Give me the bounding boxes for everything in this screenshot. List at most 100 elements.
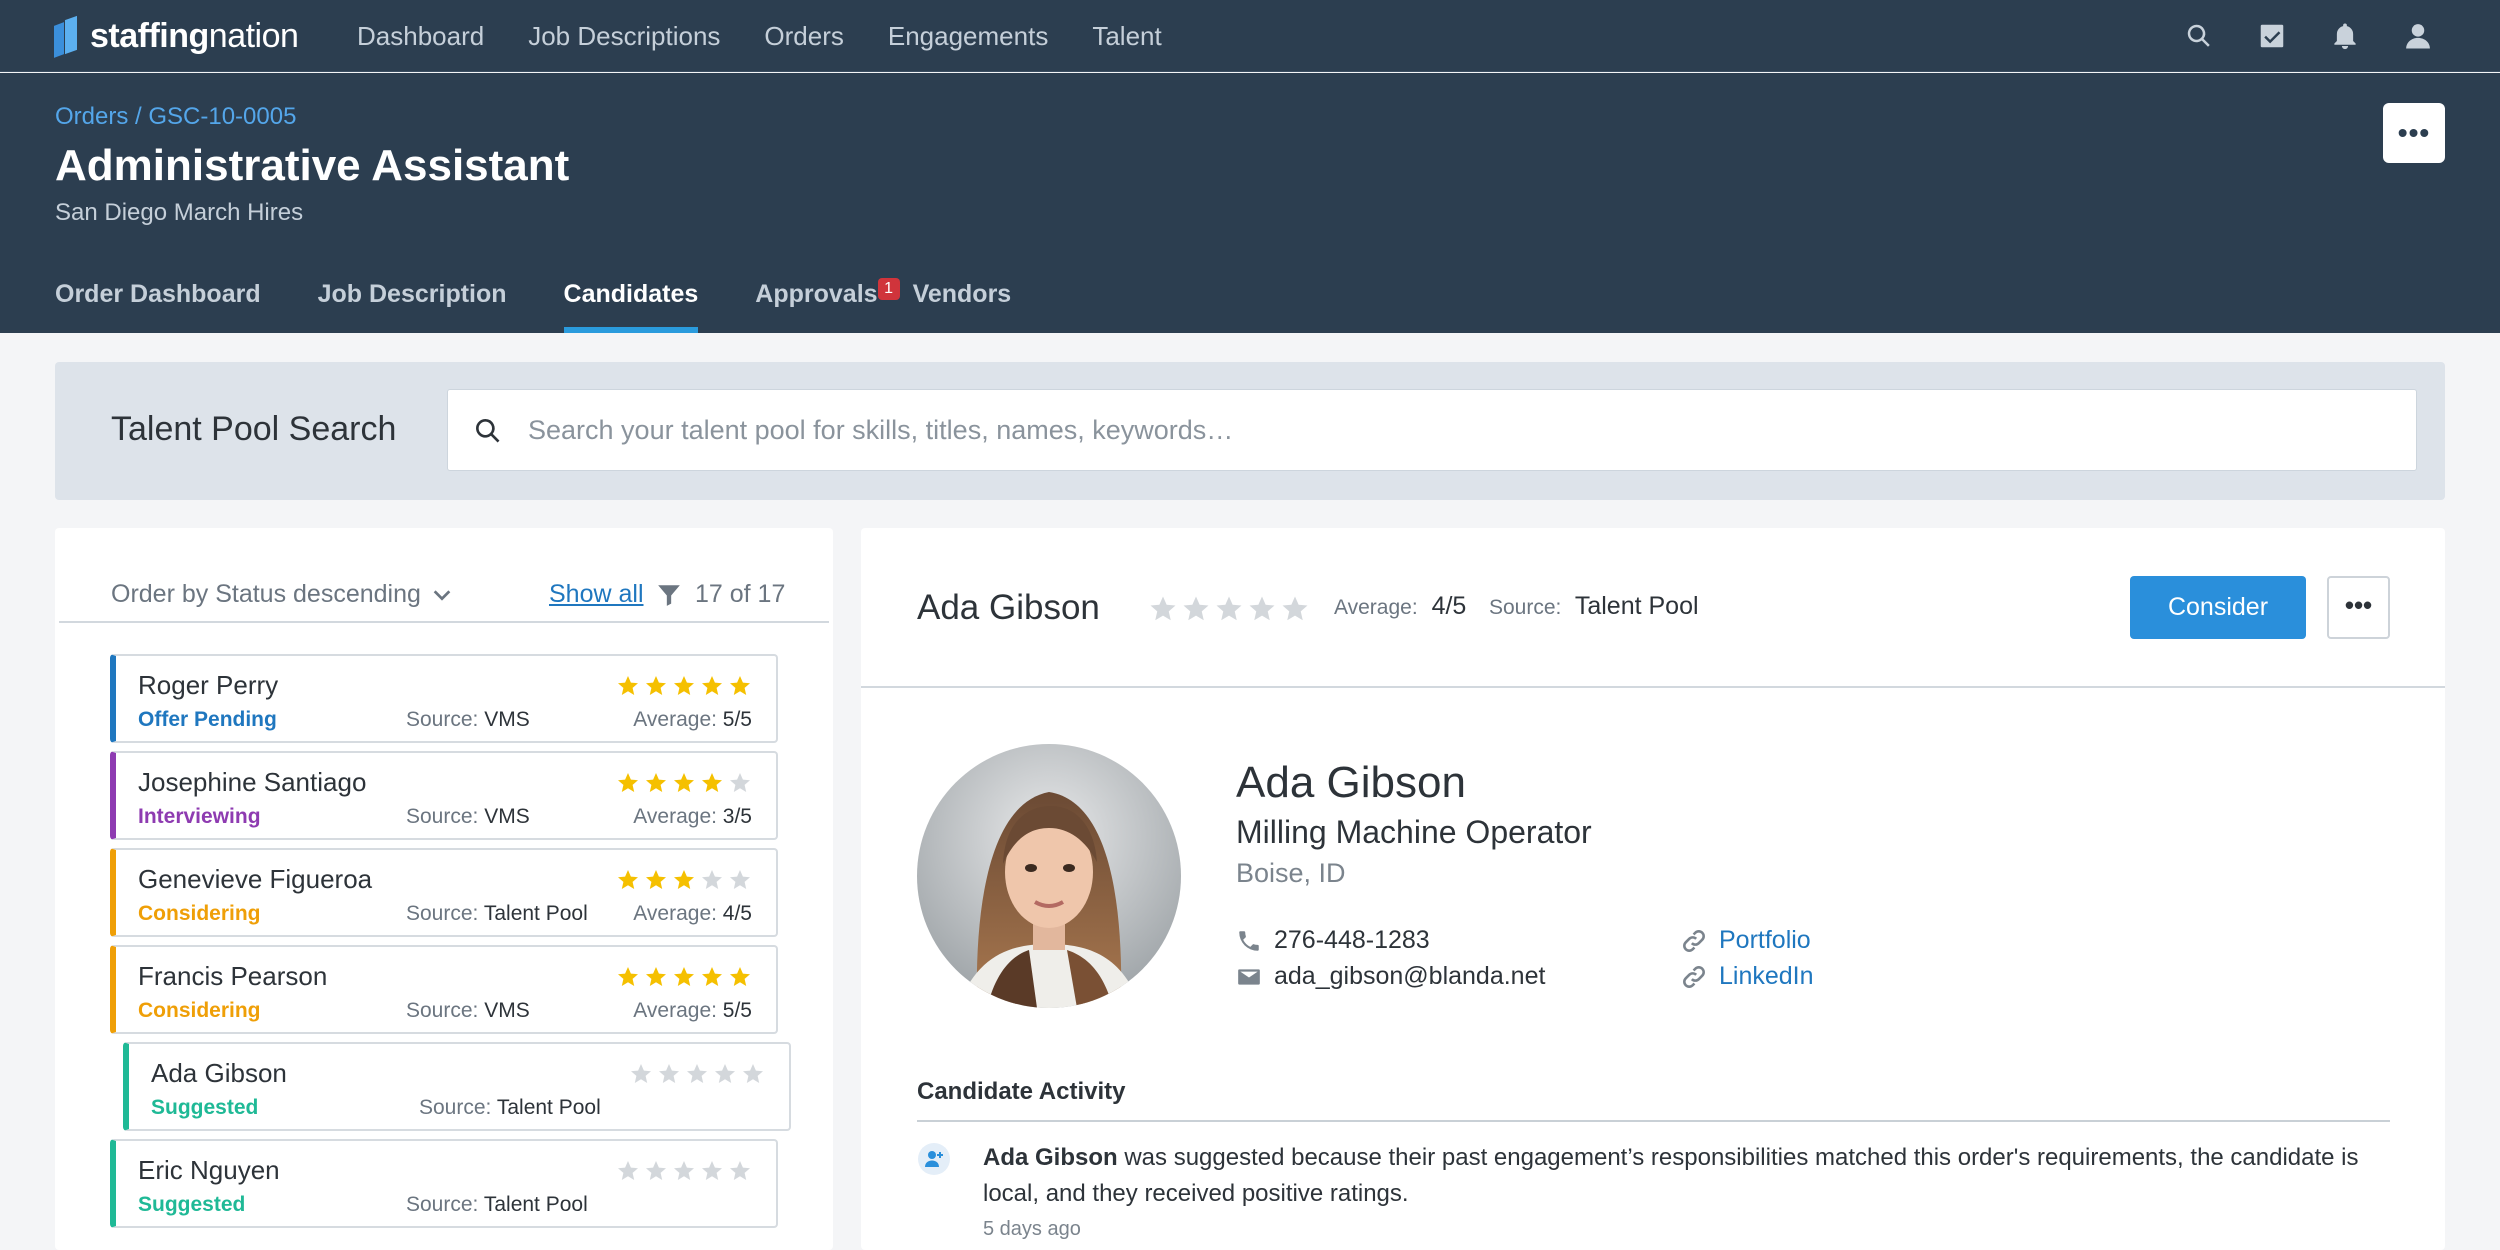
star-icon — [702, 773, 722, 792]
show-all-link[interactable]: Show all — [549, 580, 644, 609]
phone-icon — [1239, 930, 1259, 951]
candidate-card[interactable]: Genevieve Figueroa Considering Source: Tal… — [110, 848, 778, 937]
candidate-card[interactable]: Ada Gibson Suggested Source: Talent Pool — [123, 1042, 791, 1131]
phone-line: 276-448-1283 — [1236, 926, 1430, 955]
rating-stars — [612, 674, 752, 698]
source-value: Talent Pool — [483, 902, 588, 925]
tab-job-description[interactable]: Job Description — [318, 268, 507, 333]
star-icon — [702, 870, 722, 889]
star-icon — [730, 967, 750, 986]
portfolio-link[interactable]: Portfolio — [1681, 926, 1811, 955]
star-icon — [674, 967, 694, 986]
candidate-name: Ada Gibson — [151, 1058, 287, 1088]
link-icon — [1683, 929, 1705, 952]
rating-stars[interactable] — [1145, 594, 1310, 624]
nav-link-dashboard[interactable]: Dashboard — [357, 21, 484, 52]
star-icon — [687, 1064, 707, 1083]
detail-source: Source: Talent Pool — [1489, 592, 1699, 621]
order-by-label: Order by Status descending — [111, 580, 421, 608]
average-value: 4/5 — [1431, 592, 1467, 620]
tab-label: Job Description — [317, 280, 507, 308]
star-icon — [674, 1161, 694, 1180]
candidate-status: Offer Pending — [138, 708, 277, 731]
detail-candidate-name: Ada Gibson — [917, 588, 1100, 627]
candidate-average: Average: 3/5 — [633, 805, 752, 829]
candidate-name: Roger Perry — [138, 670, 279, 700]
tab-label: Candidates — [563, 280, 699, 308]
header-more-button[interactable]: ••• — [2383, 103, 2445, 163]
candidate-card[interactable]: Roger Perry Offer Pending Source: VMS Avera… — [110, 654, 778, 743]
star-icon — [646, 676, 666, 695]
rating-stars — [612, 965, 752, 989]
avatar — [917, 744, 1181, 1008]
star-icon — [702, 967, 722, 986]
candidate-card[interactable]: Eric Nguyen Suggested Source: Talent Pool — [110, 1139, 778, 1228]
candidate-card[interactable]: Josephine Santiago Interviewing Source: VM… — [110, 751, 778, 840]
candidate-card[interactable]: Francis Pearson Considering Source: VMS Ave… — [110, 945, 778, 1034]
tasks-check-icon[interactable] — [2254, 18, 2290, 54]
star-icon — [659, 1064, 679, 1083]
star-icon — [618, 967, 638, 986]
breadcrumb[interactable]: Orders / GSC-10-0005 — [55, 103, 296, 131]
star-icon — [618, 676, 638, 695]
average-value: 3/5 — [722, 805, 752, 828]
star-icon — [674, 676, 694, 695]
tab-order-dashboard[interactable]: Order Dashboard — [55, 268, 261, 333]
order-header: Orders / GSC-10-0005 Administrative Assi… — [0, 73, 2500, 333]
activity-entry-name[interactable]: Ada Gibson — [983, 1144, 1118, 1171]
source-value: Talent Pool — [1574, 592, 1699, 620]
average-value: 4/5 — [722, 902, 752, 925]
user-icon[interactable] — [2400, 18, 2436, 54]
candidate-source: Source: Talent Pool — [406, 1193, 588, 1217]
staffingnation-logo[interactable]: staffingnation — [54, 14, 299, 58]
filter-icon[interactable] — [656, 582, 682, 608]
average-label: Average: — [1334, 596, 1418, 619]
candidate-source: Source: VMS — [406, 999, 530, 1023]
detail-more-button[interactable]: ••• — [2327, 576, 2390, 639]
candidate-source: Source: VMS — [406, 708, 530, 732]
candidate-name: Josephine Santiago — [138, 767, 367, 797]
order-by-dropdown[interactable]: Order by Status descending — [111, 580, 453, 609]
source-value: VMS — [484, 708, 530, 731]
top-nav: staffingnation Dashboard Job Description… — [0, 0, 2500, 72]
average-label: Average: — [633, 708, 717, 731]
tab-label: Order Dashboard — [55, 280, 261, 308]
star-icon — [618, 773, 638, 792]
average-value: 5/5 — [722, 708, 752, 731]
linkedin-link[interactable]: LinkedIn — [1681, 962, 1814, 991]
candidate-name: Genevieve Figueroa — [138, 864, 373, 894]
star-icon — [631, 1064, 651, 1083]
tab-approvals[interactable]: Approvals 1 — [755, 268, 900, 333]
search-icon[interactable] — [2181, 18, 2217, 54]
source-label: Source: — [406, 805, 479, 828]
star-icon — [646, 870, 666, 889]
candidate-source: Source: Talent Pool — [419, 1096, 601, 1120]
candidate-status: Considering — [138, 999, 261, 1022]
tab-vendors[interactable]: Vendors — [913, 268, 1012, 333]
average-value: 5/5 — [722, 999, 752, 1022]
star-icon — [702, 676, 722, 695]
tab-candidates[interactable]: Candidates — [563, 268, 699, 333]
nav-link-job-descriptions[interactable]: Job Descriptions — [528, 21, 720, 52]
candidate-average: Average: 4/5 — [633, 902, 752, 926]
phone-number: 276-448-1283 — [1274, 926, 1430, 954]
approvals-count-badge: 1 — [877, 278, 900, 300]
envelope-icon — [1238, 968, 1260, 985]
consider-button[interactable]: Consider — [2130, 576, 2306, 639]
bell-icon[interactable] — [2327, 18, 2363, 54]
star-icon — [1282, 596, 1308, 621]
candidate-average: Average: 5/5 — [633, 708, 752, 732]
talent-search-input[interactable] — [528, 390, 2388, 470]
nav-link-talent[interactable]: Talent — [1092, 21, 1161, 52]
nav-link-orders[interactable]: Orders — [764, 21, 843, 52]
talent-search-box[interactable] — [447, 389, 2417, 471]
candidate-detail-panel: Ada Gibson Average: 4/5 Source: Talent P… — [861, 528, 2445, 1250]
average-label: Average: — [633, 902, 717, 925]
detail-average: Average: 4/5 — [1334, 592, 1466, 621]
order-tabs: Order Dashboard Job Description Candidat… — [55, 268, 1068, 333]
source-label: Source: — [406, 708, 479, 731]
nav-link-engagements[interactable]: Engagements — [888, 21, 1048, 52]
list-toolbar: Order by Status descending Show all 17 o… — [59, 528, 829, 623]
portfolio-link-label: Portfolio — [1719, 926, 1811, 954]
average-label: Average: — [633, 805, 717, 828]
